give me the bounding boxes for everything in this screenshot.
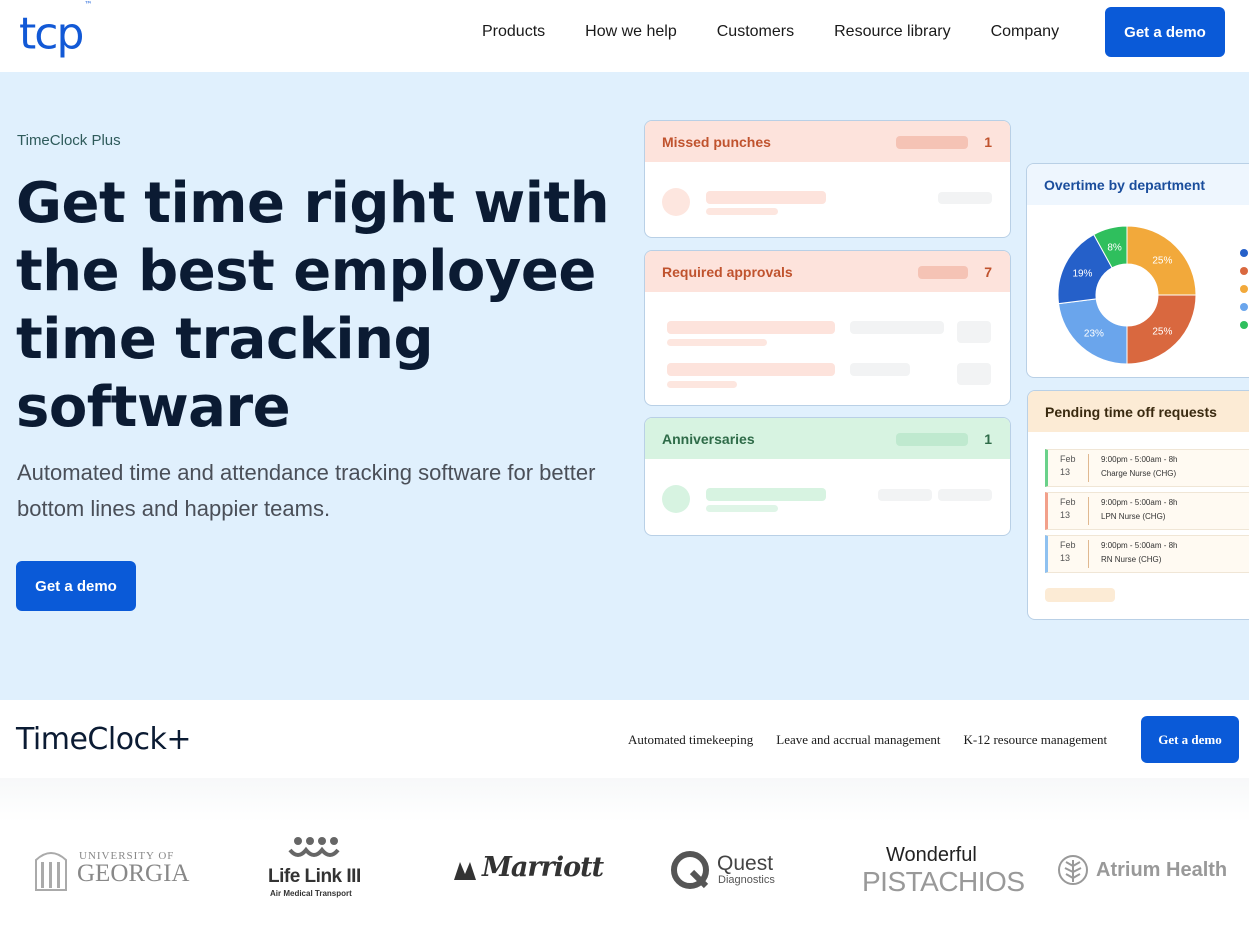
overtime-title: Overtime by department bbox=[1044, 176, 1206, 193]
product-eyebrow: TimeClock Plus bbox=[17, 132, 121, 149]
divider bbox=[1088, 497, 1089, 525]
placeholder-bar bbox=[938, 489, 992, 501]
product-subnav: TimeClock+ Automated timekeeping Leave a… bbox=[0, 700, 1249, 778]
required-approvals-header: Required approvals 7 bbox=[645, 251, 1010, 292]
atrium-health-logo: Atrium Health bbox=[1057, 854, 1249, 890]
missed-punches-card: Missed punches 1 bbox=[644, 120, 1011, 238]
customer-logos: UNIVERSITY OF GEORGIA Life Link III Air … bbox=[0, 778, 1249, 925]
pto-request-row[interactable]: Feb 13 9:00pm - 5:00am - 8h RN Nurse (CHG… bbox=[1045, 535, 1249, 573]
get-demo-button[interactable]: Get a demo bbox=[1105, 7, 1225, 57]
divider bbox=[1088, 454, 1089, 482]
placeholder-bar bbox=[667, 321, 835, 334]
overtime-card: Overtime by department 25% 25% 23% 19% 8% bbox=[1026, 163, 1249, 378]
overtime-donut-chart: 25% 25% 23% 19% 8% bbox=[1057, 225, 1197, 365]
lifelink-logo: Life Link III Air Medical Transport bbox=[268, 836, 378, 898]
placeholder-bar bbox=[667, 381, 737, 388]
top-nav: tcp™ Products How we help Customers Reso… bbox=[0, 0, 1249, 72]
sublink-k12-resource[interactable]: K-12 resource management bbox=[964, 732, 1108, 748]
legend-dot bbox=[1240, 267, 1248, 275]
placeholder-bar bbox=[667, 339, 767, 346]
donut-slice-label: 25% bbox=[1152, 256, 1172, 267]
tcp-logo[interactable]: tcp™ bbox=[19, 0, 92, 60]
pto-date: Feb 13 bbox=[1060, 454, 1076, 477]
pto-time: 9:00pm - 5:00am - 8h bbox=[1101, 498, 1178, 507]
legend-dot bbox=[1240, 321, 1248, 329]
pto-date: Feb 13 bbox=[1060, 497, 1076, 520]
donut-slice-label: 8% bbox=[1107, 243, 1122, 254]
pto-date: Feb 13 bbox=[1060, 540, 1076, 563]
nav-products[interactable]: Products bbox=[482, 22, 545, 42]
pto-time: 9:00pm - 5:00am - 8h bbox=[1101, 455, 1178, 464]
legend-dot bbox=[1240, 303, 1248, 311]
pto-role: LPN Nurse (CHG) bbox=[1101, 512, 1166, 521]
legend-dot bbox=[1240, 249, 1248, 257]
quest-diagnostics-logo: Quest Diagnostics bbox=[670, 850, 800, 894]
missed-punches-count: 1 bbox=[984, 134, 992, 150]
pto-request-row[interactable]: Feb 13 9:00pm - 5:00am - 8h LPN Nurse (CH… bbox=[1045, 492, 1249, 530]
donut-slice-label: 19% bbox=[1072, 268, 1092, 279]
lifelink-people-icon bbox=[288, 837, 340, 857]
placeholder-bar bbox=[938, 192, 992, 204]
avatar-placeholder bbox=[662, 485, 690, 513]
divider bbox=[1088, 540, 1089, 568]
product-menu: Automated timekeeping Leave and accrual … bbox=[628, 732, 1130, 748]
placeholder-bar bbox=[896, 433, 968, 446]
marriott-logo: Marriott bbox=[452, 852, 604, 886]
pto-request-row[interactable]: Feb 13 9:00pm - 5:00am - 8h Charge Nurse … bbox=[1045, 449, 1249, 487]
missed-punches-title: Missed punches bbox=[662, 133, 771, 150]
placeholder-bar bbox=[667, 363, 835, 376]
atrium-tree-icon bbox=[1058, 855, 1088, 885]
main-menu: Products How we help Customers Resource … bbox=[482, 22, 1099, 42]
missed-punches-header: Missed punches 1 bbox=[645, 121, 1010, 162]
pending-time-off-header: Pending time off requests bbox=[1028, 391, 1249, 432]
placeholder-bar bbox=[896, 136, 968, 149]
pending-time-off-title: Pending time off requests bbox=[1045, 403, 1217, 420]
placeholder-bar bbox=[1045, 588, 1115, 602]
nav-how-we-help[interactable]: How we help bbox=[585, 22, 677, 42]
required-approvals-card: Required approvals 7 bbox=[644, 250, 1011, 406]
marriott-m-icon bbox=[454, 862, 476, 880]
placeholder-bar bbox=[706, 191, 826, 204]
timeclock-plus-brand[interactable]: TimeClock+ bbox=[16, 722, 192, 757]
uga-arch-icon bbox=[35, 852, 67, 891]
avatar-placeholder bbox=[662, 188, 690, 216]
hero-subhead: Automated time and attendance tracking s… bbox=[17, 460, 596, 521]
placeholder-bar bbox=[706, 208, 778, 215]
nav-resource-library[interactable]: Resource library bbox=[834, 22, 950, 42]
sublink-leave-accrual[interactable]: Leave and accrual management bbox=[776, 732, 940, 748]
placeholder-bar bbox=[706, 488, 826, 501]
uga-logo: UNIVERSITY OF GEORGIA bbox=[34, 844, 194, 894]
placeholder-bar bbox=[918, 266, 968, 279]
anniversaries-header: Anniversaries 1 bbox=[645, 418, 1010, 459]
anniversaries-title: Anniversaries bbox=[662, 430, 755, 447]
pto-role: RN Nurse (CHG) bbox=[1101, 555, 1162, 564]
nav-company[interactable]: Company bbox=[991, 22, 1059, 42]
placeholder-bar bbox=[850, 321, 944, 334]
pto-time: 9:00pm - 5:00am - 8h bbox=[1101, 541, 1178, 550]
nav-customers[interactable]: Customers bbox=[717, 22, 794, 42]
required-approvals-title: Required approvals bbox=[662, 263, 793, 280]
quest-q-icon bbox=[671, 851, 709, 889]
anniversaries-count: 1 bbox=[984, 431, 992, 447]
donut-slice-label: 25% bbox=[1152, 326, 1172, 337]
hero-headline: Get time right with the best employee ti… bbox=[16, 171, 610, 440]
anniversaries-card: Anniversaries 1 bbox=[644, 417, 1011, 536]
placeholder-bar bbox=[878, 489, 932, 501]
legend-dot bbox=[1240, 285, 1248, 293]
pto-role: Charge Nurse (CHG) bbox=[1101, 469, 1177, 478]
placeholder-bar bbox=[706, 505, 778, 512]
hero-get-demo-button[interactable]: Get a demo bbox=[16, 561, 136, 611]
hero-section: TimeClock Plus Get time right with the b… bbox=[0, 72, 1249, 700]
overtime-header: Overtime by department bbox=[1027, 164, 1249, 205]
pending-time-off-card: Pending time off requests Feb 13 9:00pm -… bbox=[1027, 390, 1249, 620]
subnav-get-demo-button[interactable]: Get a demo bbox=[1141, 716, 1239, 763]
required-approvals-count: 7 bbox=[984, 264, 992, 280]
placeholder-bar bbox=[957, 321, 991, 343]
placeholder-bar bbox=[957, 363, 991, 385]
sublink-automated-timekeeping[interactable]: Automated timekeeping bbox=[628, 732, 753, 748]
placeholder-bar bbox=[850, 363, 910, 376]
donut-slice-label: 23% bbox=[1084, 329, 1104, 340]
wonderful-pistachios-logo: Wonderful PISTACHIOS bbox=[862, 844, 1025, 897]
